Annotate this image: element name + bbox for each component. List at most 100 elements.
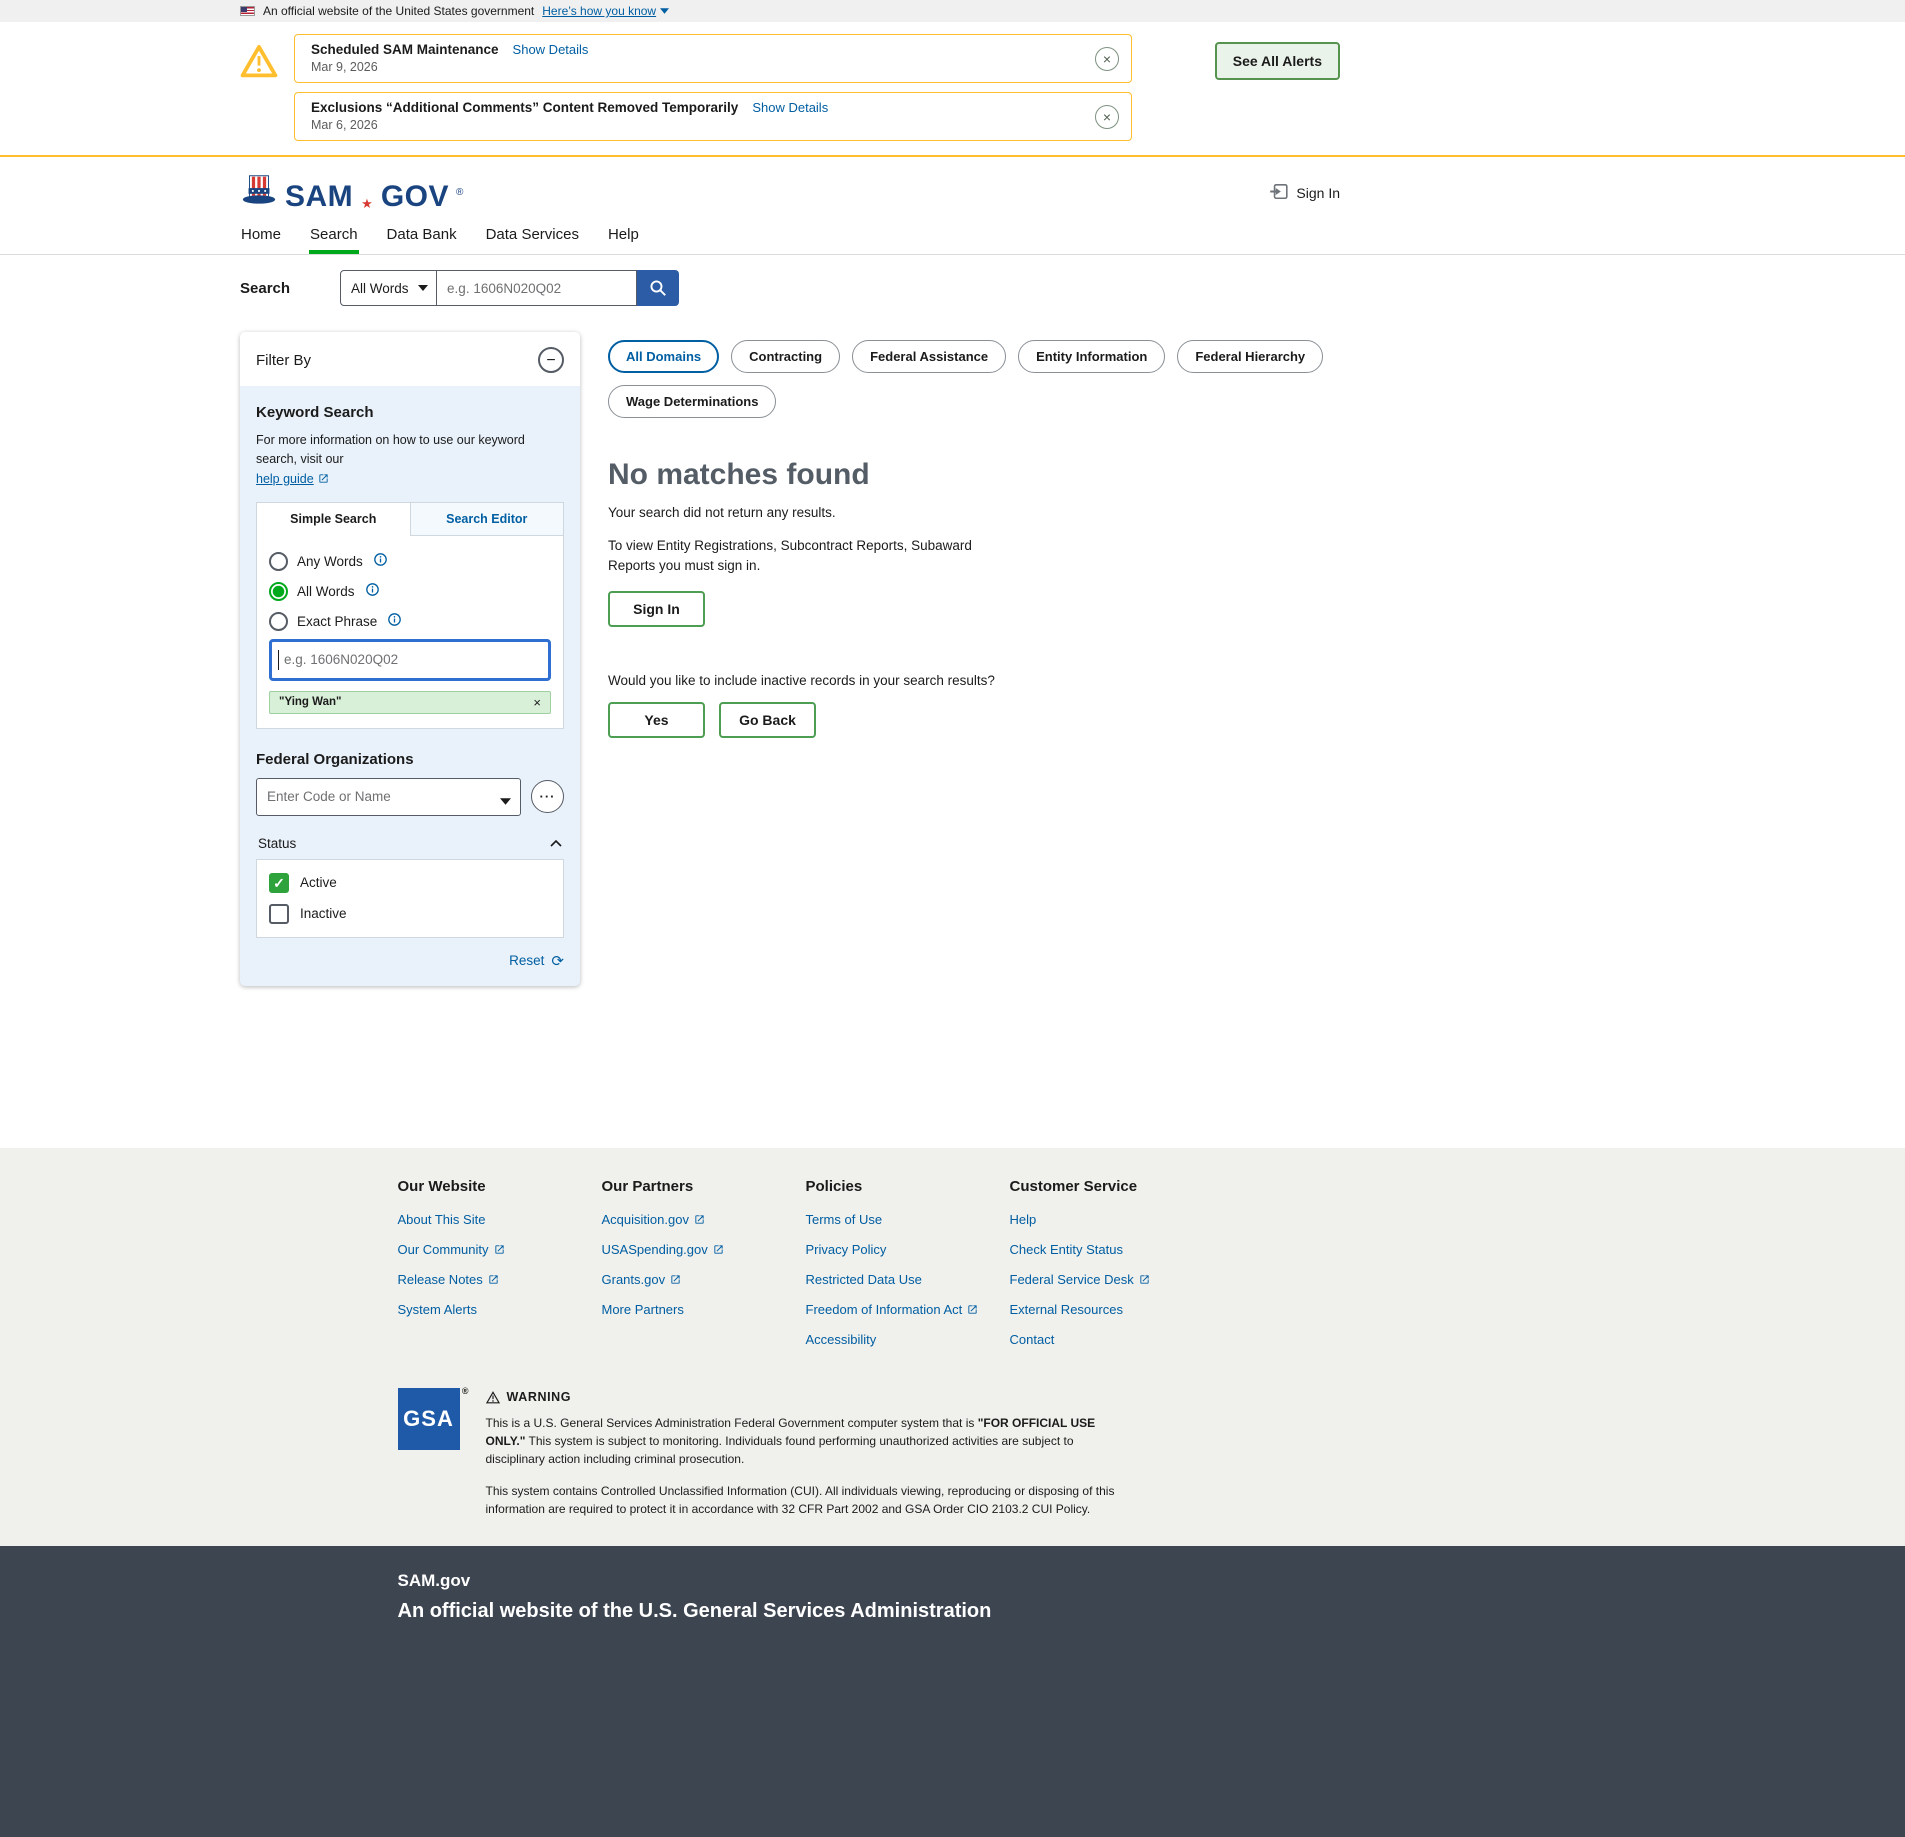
info-icon[interactable] (374, 553, 387, 566)
status-options: ✓ Active Inactive (256, 859, 564, 938)
footer-link-contact[interactable]: Contact (1010, 1332, 1214, 1347)
tab-simple-search[interactable]: Simple Search (256, 502, 410, 536)
reset-filters-link[interactable]: Reset (509, 953, 544, 968)
footer-official-text: An official website of the U.S. General … (398, 1600, 1508, 1623)
domain-pill-federal-assistance[interactable]: Federal Assistance (852, 340, 1006, 373)
footer-link-grants-gov[interactable]: Grants.gov (602, 1272, 806, 1287)
footer-link-usaspending-gov[interactable]: USASpending.gov (602, 1242, 806, 1257)
go-back-button[interactable]: Go Back (719, 702, 816, 738)
how-you-know-link[interactable]: Here’s how you know (542, 4, 669, 18)
footer-column-title: Our Website (398, 1178, 602, 1195)
footer: Our Website About This Site Our Communit… (0, 1148, 1905, 1546)
external-link-icon (1139, 1274, 1150, 1285)
footer-link-foia[interactable]: Freedom of Information Act (806, 1302, 1010, 1317)
footer-link-help[interactable]: Help (1010, 1212, 1214, 1227)
reset-refresh-icon[interactable]: ⟳ (551, 952, 564, 970)
logo-text-gov: GOV (381, 182, 449, 212)
federal-org-input[interactable] (256, 778, 521, 816)
nav-item-data-services[interactable]: Data Services (485, 220, 580, 254)
domain-pill-all-domains[interactable]: All Domains (608, 340, 719, 373)
header-sign-in-link[interactable]: Sign In (1269, 183, 1340, 203)
alert-item: Exclusions “Additional Comments” Content… (294, 92, 1132, 141)
radio-exact-phrase-label: Exact Phrase (297, 614, 377, 629)
gov-banner: An official website of the United States… (0, 0, 1905, 22)
sam-gov-logo[interactable]: SAM ★ GOV ® (240, 173, 463, 212)
info-icon[interactable] (388, 613, 401, 626)
footer-link-system-alerts[interactable]: System Alerts (398, 1302, 602, 1317)
footer-column-title: Customer Service (1010, 1178, 1214, 1195)
simple-search-box: Any Words All Words Exac (256, 536, 564, 729)
footer-link-terms-of-use[interactable]: Terms of Use (806, 1212, 1010, 1227)
alert-close-icon[interactable]: × (1095, 105, 1119, 129)
alert-show-details-link[interactable]: Show Details (752, 100, 828, 115)
footer-link-privacy-policy[interactable]: Privacy Policy (806, 1242, 1010, 1257)
radio-exact-phrase[interactable] (269, 612, 288, 631)
chevron-down-icon[interactable] (500, 792, 511, 810)
warning-triangle-icon (240, 44, 280, 83)
footer-dark: SAM.gov An official website of the U.S. … (0, 1546, 1905, 1837)
search-icon (649, 279, 667, 297)
nav-item-home[interactable]: Home (240, 220, 282, 254)
search-mode-select[interactable]: All Words (340, 270, 437, 306)
warning-triangle-icon (486, 1391, 500, 1404)
footer-column-title: Policies (806, 1178, 1010, 1195)
collapse-filters-icon[interactable]: − (538, 347, 564, 373)
nav-item-search[interactable]: Search (309, 220, 359, 254)
info-icon[interactable] (366, 583, 379, 596)
top-search-bar: Search All Words (240, 255, 1340, 328)
domain-pill-wage-determinations[interactable]: Wage Determinations (608, 385, 776, 418)
footer-link-release-notes[interactable]: Release Notes (398, 1272, 602, 1287)
warning-block: WARNING This is a U.S. General Services … (486, 1388, 1134, 1518)
radio-all-words[interactable] (269, 582, 288, 601)
chip-label: "Ying Wan" (279, 696, 341, 708)
footer-link-accessibility[interactable]: Accessibility (806, 1332, 1010, 1347)
footer-link-federal-service-desk[interactable]: Federal Service Desk (1010, 1272, 1214, 1287)
nav-item-data-bank[interactable]: Data Bank (386, 220, 458, 254)
no-results-text: Your search did not return any results. (608, 505, 1340, 520)
footer-column-policies: Policies Terms of Use Privacy Policy Res… (806, 1178, 1010, 1362)
alert-close-icon[interactable]: × (1095, 47, 1119, 71)
footer-link-restricted-data-use[interactable]: Restricted Data Use (806, 1272, 1010, 1287)
domain-pill-contracting[interactable]: Contracting (731, 340, 840, 373)
radio-any-words[interactable] (269, 552, 288, 571)
footer-link-more-partners[interactable]: More Partners (602, 1302, 806, 1317)
external-link-icon (488, 1274, 499, 1285)
external-link-icon (713, 1244, 724, 1255)
keyword-search-input[interactable] (269, 639, 551, 681)
sign-in-icon (1269, 183, 1288, 203)
alert-show-details-link[interactable]: Show Details (513, 42, 589, 57)
tab-search-editor[interactable]: Search Editor (410, 502, 565, 536)
checkbox-active[interactable]: ✓ (269, 873, 289, 893)
yes-button[interactable]: Yes (608, 702, 705, 738)
keyword-search-title: Keyword Search (256, 404, 564, 421)
external-link-icon (318, 473, 329, 484)
footer-link-check-entity-status[interactable]: Check Entity Status (1010, 1242, 1214, 1257)
domain-filter-pills: All Domains Contracting Federal Assistan… (608, 340, 1340, 418)
gov-banner-text: An official website of the United States… (263, 4, 534, 18)
keyword-chip: "Ying Wan" × (269, 691, 551, 714)
footer-link-our-community[interactable]: Our Community (398, 1242, 602, 1257)
us-flag-icon (240, 6, 255, 16)
filter-by-title: Filter By (256, 352, 311, 369)
help-guide-link[interactable]: help guide (256, 472, 329, 486)
footer-link-about-this-site[interactable]: About This Site (398, 1212, 602, 1227)
domain-pill-entity-information[interactable]: Entity Information (1018, 340, 1165, 373)
warning-paragraph-2: This system contains Controlled Unclassi… (486, 1482, 1134, 1518)
site-header: SAM ★ GOV ® Sign In (0, 157, 1905, 220)
checkbox-inactive[interactable] (269, 904, 289, 924)
nav-item-help[interactable]: Help (607, 220, 640, 254)
domain-pill-federal-hierarchy[interactable]: Federal Hierarchy (1177, 340, 1323, 373)
footer-link-external-resources[interactable]: External Resources (1010, 1302, 1214, 1317)
gsa-registered-mark: ® (462, 1386, 470, 1396)
results-sign-in-button[interactable]: Sign In (608, 591, 705, 627)
logo-star-icon: ★ (360, 197, 374, 212)
footer-column-our-website: Our Website About This Site Our Communit… (398, 1178, 602, 1362)
chip-remove-icon[interactable]: × (533, 695, 541, 710)
top-search-input[interactable] (437, 270, 637, 306)
search-submit-button[interactable] (637, 270, 679, 306)
no-matches-heading: No matches found (608, 458, 1340, 492)
org-more-options-icon[interactable]: ··· (531, 780, 564, 813)
footer-link-acquisition-gov[interactable]: Acquisition.gov (602, 1212, 806, 1227)
see-all-alerts-button[interactable]: See All Alerts (1215, 42, 1340, 80)
status-header[interactable]: Status (256, 836, 564, 859)
